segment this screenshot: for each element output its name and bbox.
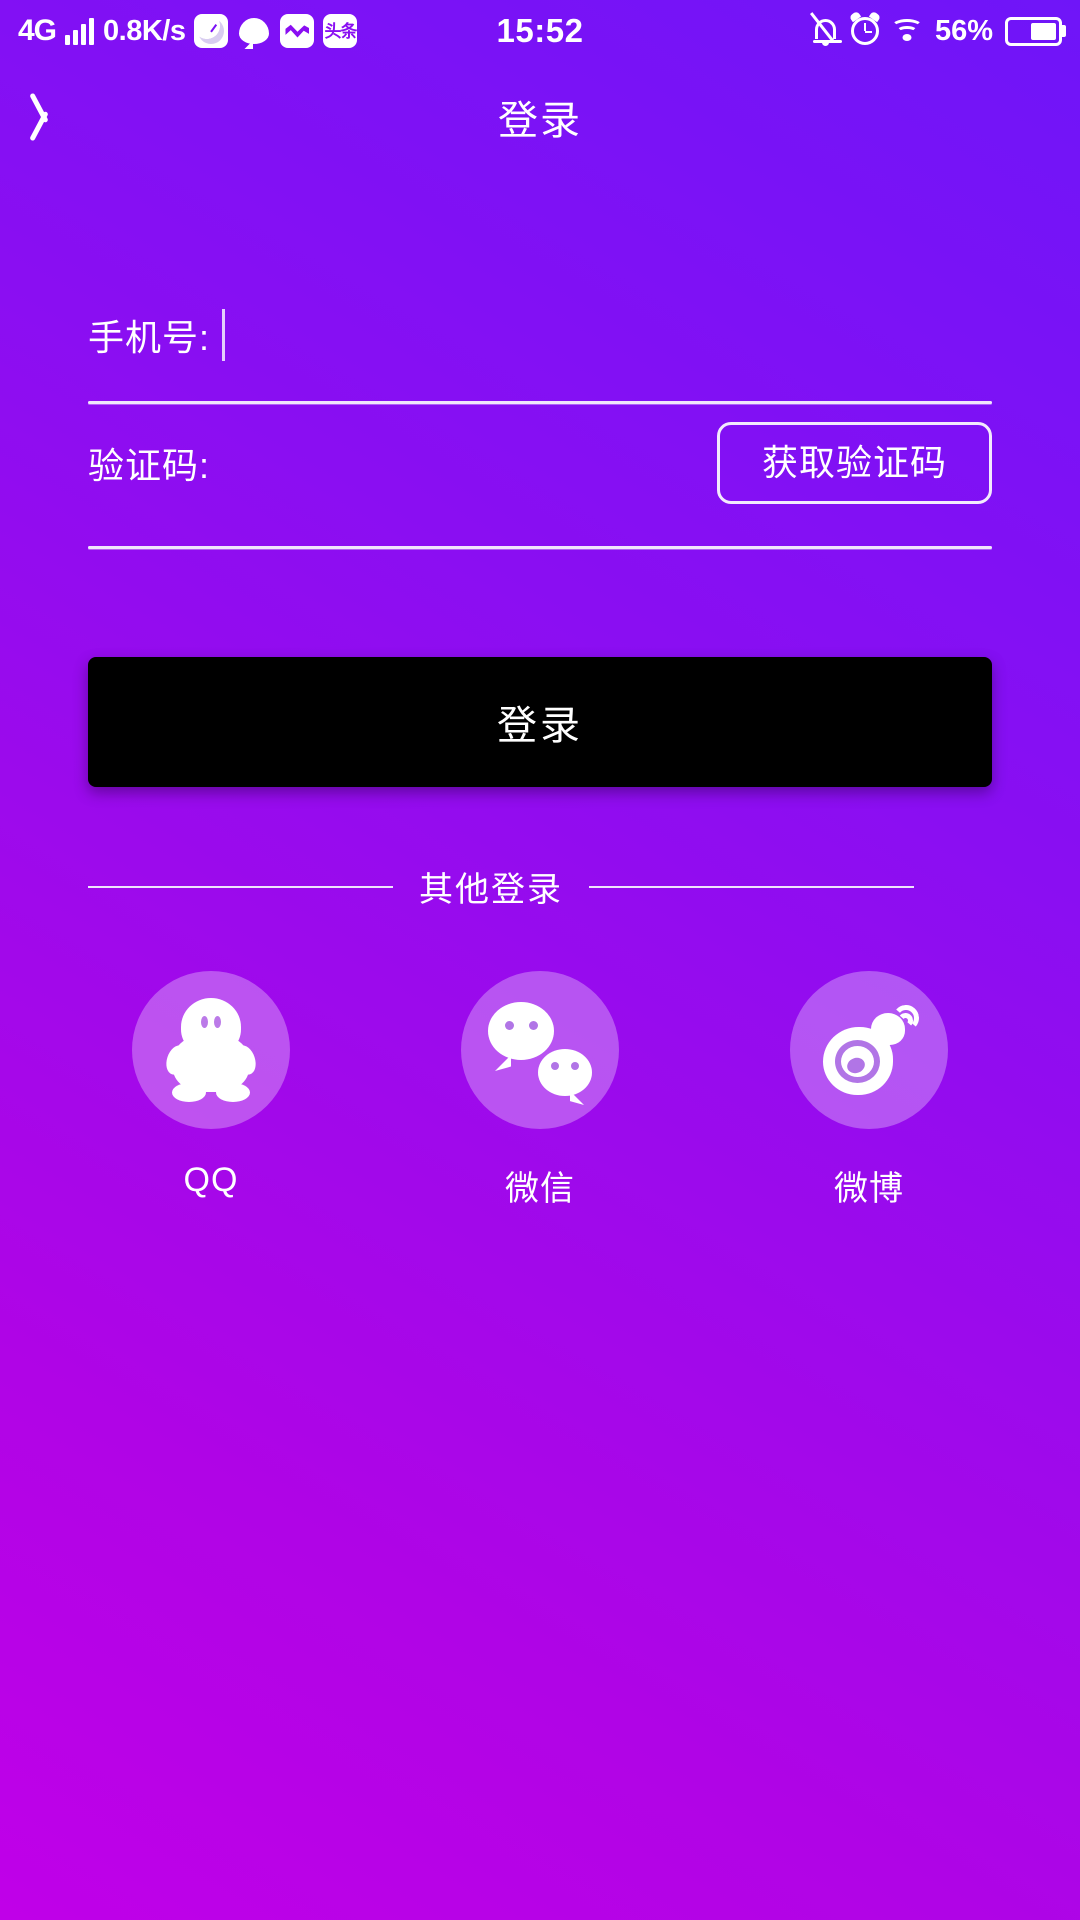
chat-bubble-app-icon — [237, 14, 271, 48]
phone-input-caret — [222, 309, 225, 361]
clock-app-icon — [194, 14, 228, 48]
social-login-weibo-label: 微博 — [834, 1161, 904, 1210]
signal-bars-icon — [65, 17, 94, 45]
login-form: 手机号: 验证码: 获取验证码 登录 其他登录 — [0, 287, 1080, 1210]
code-label: 验证码: — [88, 437, 210, 489]
social-login-qq-label: QQ — [184, 1161, 239, 1200]
weibo-icon — [819, 1003, 919, 1097]
alarm-clock-icon — [851, 17, 879, 45]
toutiao-app-icon: 头条 — [323, 14, 357, 48]
network-type-label: 4G — [18, 16, 56, 46]
code-field-underline — [88, 546, 992, 549]
other-login-label: 其他登录 — [419, 862, 563, 911]
phone-field-group: 手机号: — [88, 287, 992, 404]
code-field-row[interactable]: 验证码: 获取验证码 — [88, 404, 992, 522]
status-bar-right: 56% — [812, 15, 1062, 48]
social-login-qq[interactable]: QQ — [116, 971, 306, 1210]
qq-icon-circle — [132, 971, 290, 1129]
phone-field-row[interactable]: 手机号: — [88, 287, 992, 383]
battery-icon — [1005, 17, 1062, 46]
navbar: 登录 — [0, 62, 1080, 172]
wechat-icon — [488, 1002, 592, 1098]
get-verification-code-button[interactable]: 获取验证码 — [717, 422, 992, 504]
wechat-icon-circle — [461, 971, 619, 1129]
status-bar-left: 4G 0.8K/s 头条 — [18, 14, 357, 48]
social-login-list: QQ 微信 — [88, 971, 992, 1210]
toutiao-app-icon-label: 头条 — [324, 23, 356, 40]
divider-line-left — [88, 886, 393, 888]
bell-muted-icon — [812, 16, 839, 46]
divider-line-right — [589, 886, 914, 888]
battery-percent-label: 56% — [935, 15, 993, 48]
wifi-icon — [891, 19, 923, 43]
qq-icon — [168, 998, 254, 1102]
data-speed-label: 0.8K/s — [103, 15, 185, 48]
phone-label: 手机号: — [88, 309, 210, 361]
other-login-divider: 其他登录 — [88, 862, 992, 911]
wave-app-icon — [280, 14, 314, 48]
social-login-weibo[interactable]: 微博 — [774, 971, 964, 1210]
page-title: 登录 — [0, 88, 1080, 146]
social-login-wechat[interactable]: 微信 — [445, 971, 635, 1210]
status-bar: 4G 0.8K/s 头条 15:52 56% — [0, 0, 1080, 62]
code-field-group: 验证码: 获取验证码 — [88, 404, 992, 549]
social-login-wechat-label: 微信 — [505, 1161, 575, 1210]
login-submit-button[interactable]: 登录 — [88, 657, 992, 787]
weibo-icon-circle — [790, 971, 948, 1129]
